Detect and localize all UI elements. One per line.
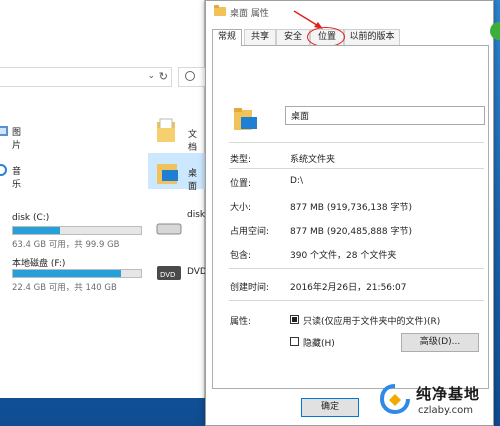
drive-stat: 63.4 GB 可用，共 99.9 GB xyxy=(12,240,120,250)
advanced-button[interactable]: 高级(D)... xyxy=(401,333,479,352)
type-label: 类型: xyxy=(230,155,252,165)
hidden-label[interactable]: 隐藏(H) xyxy=(303,336,335,349)
desktop-folder-icon xyxy=(234,108,257,130)
pictures-icon xyxy=(0,126,8,136)
size-label: 大小: xyxy=(230,203,252,213)
watermark-url: czlaby.com xyxy=(418,405,474,416)
created-label: 创建时间: xyxy=(230,283,270,293)
readonly-label[interactable]: 只读(仅应用于文件夹中的文件)(R) xyxy=(303,314,440,327)
drive-name: disk (C:) xyxy=(12,213,50,223)
svg-text:DVD: DVD xyxy=(160,271,175,279)
search-box[interactable] xyxy=(178,67,205,87)
drive-usage-bar xyxy=(12,226,142,235)
refresh-icon[interactable]: ↻ xyxy=(159,70,168,83)
explorer-window: ⌄ ↻ 图片 音乐 文档 桌面 disk (C:) 63.4 GB 可用，共 9… xyxy=(0,0,207,398)
contains-value: 390 个文件，28 个文件夹 xyxy=(290,251,397,261)
drive-stat: 22.4 GB 可用，共 140 GB xyxy=(12,283,117,293)
search-icon xyxy=(185,71,195,81)
folder-item-desktop[interactable]: 桌面 xyxy=(148,153,205,192)
attributes-label: 属性: xyxy=(230,317,252,327)
size-on-disk-label: 占用空间: xyxy=(230,227,270,237)
divider xyxy=(229,168,484,169)
contains-label: 包含: xyxy=(230,251,252,261)
dialog-titlebar[interactable]: 桌面 属性 xyxy=(206,1,493,23)
music-icon xyxy=(0,164,7,176)
watermark-title: 纯净基地 xyxy=(416,385,481,403)
tab-strip: 常规 共享 安全 位置 以前的版本 xyxy=(212,29,492,46)
folder-name-input[interactable] xyxy=(286,107,484,124)
documents-icon xyxy=(157,118,175,142)
drive-name: disk xyxy=(187,210,206,220)
drive-name: DVD xyxy=(187,267,207,277)
tab-sharing[interactable]: 共享 xyxy=(244,29,276,45)
drive-name: 本地磁盘 (F:) xyxy=(12,259,66,269)
chevron-down-icon[interactable]: ⌄ xyxy=(147,71,155,81)
divider xyxy=(229,142,484,143)
divider xyxy=(229,268,484,269)
folder-label: 文档 xyxy=(188,130,198,153)
site-watermark: 纯净基地 czlaby.com xyxy=(376,380,500,426)
drive-usage-bar xyxy=(12,269,142,278)
dialog-title: 桌面 属性 xyxy=(230,9,269,19)
created-value: 2016年2月26日，21:56:07 xyxy=(290,283,407,293)
tab-general[interactable]: 常规 xyxy=(212,29,242,46)
drive-usage-fill xyxy=(13,227,61,234)
folder-label: 桌面 xyxy=(188,169,198,192)
desktop-folder-icon xyxy=(157,164,178,184)
properties-dialog: 桌面 属性 常规 共享 安全 位置 以前的版本 类型: 系统文件夹 位置: D:… xyxy=(205,0,494,426)
dvd-drive-icon: DVD xyxy=(157,266,181,280)
tab-previous-versions[interactable]: 以前的版本 xyxy=(344,29,400,45)
location-value: D:\ xyxy=(290,176,303,186)
hidden-checkbox[interactable] xyxy=(290,337,299,346)
size-on-disk-value: 877 MB (920,485,888 字节) xyxy=(290,227,412,237)
folder-label: 音乐 xyxy=(12,167,22,190)
drive-usage-fill xyxy=(13,270,121,277)
annotation-arrow-icon xyxy=(293,10,323,29)
general-tab-panel: 类型: 系统文件夹 位置: D:\ 大小: 877 MB (919,736,13… xyxy=(212,45,489,389)
folder-label: 图片 xyxy=(12,128,22,151)
ok-button[interactable]: 确定 xyxy=(301,398,359,417)
type-value: 系统文件夹 xyxy=(290,155,336,165)
divider xyxy=(229,300,484,301)
readonly-checkbox[interactable] xyxy=(290,315,299,324)
hard-drive-icon xyxy=(156,223,182,235)
folder-icon xyxy=(214,5,226,16)
folder-name-field[interactable] xyxy=(285,106,485,125)
watermark-logo-icon xyxy=(380,384,410,414)
location-label: 位置: xyxy=(230,179,252,189)
address-bar[interactable]: ⌄ ↻ xyxy=(0,67,172,87)
size-value: 877 MB (919,736,138 字节) xyxy=(290,203,412,213)
